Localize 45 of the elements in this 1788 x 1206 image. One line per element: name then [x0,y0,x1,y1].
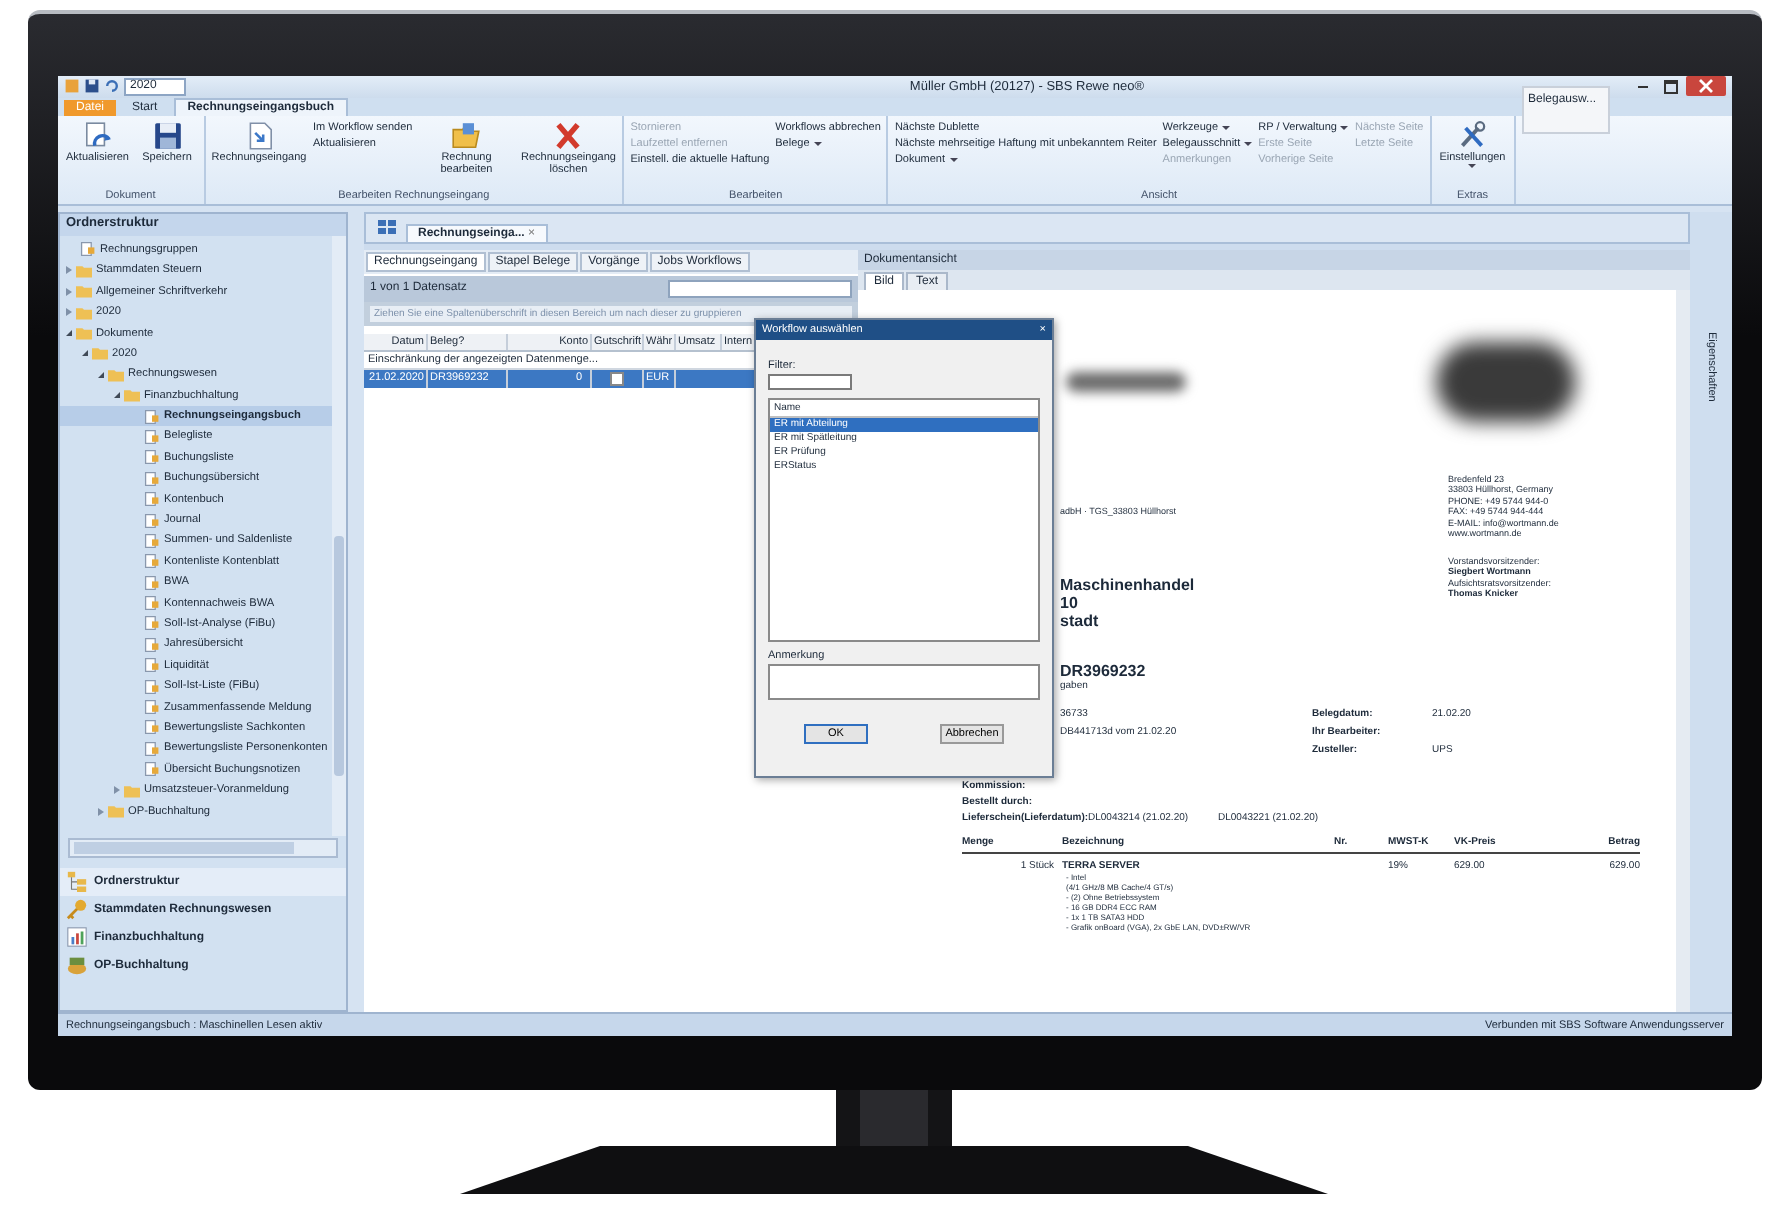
folder-icon [450,119,483,152]
recipient-line: 10 [1060,593,1080,612]
report-icon [144,575,160,590]
cross-icon [552,119,585,152]
recipient-line: Maschinenhandel [1060,575,1197,594]
note-field[interactable] [768,663,1040,700]
search-field[interactable] [668,279,852,298]
money-icon [66,954,88,977]
scrollbar[interactable] [68,837,338,858]
report-icon [144,429,160,444]
report-icon [144,762,160,777]
report-icon [144,741,160,756]
tools-icon [1456,119,1489,152]
recipient-line: stadt [1060,611,1101,630]
report-icon [144,679,160,694]
bar-chart-icon [66,926,88,949]
scrollbar[interactable] [332,235,346,836]
checkbox[interactable] [610,371,624,386]
filter-field[interactable] [768,373,852,390]
save-icon[interactable] [84,78,100,95]
report-icon [144,409,160,424]
report-icon [144,513,160,528]
folder-tree-icon [66,870,88,893]
blurred-name-placeholder [1066,371,1186,392]
report-icon [144,700,160,715]
document-number: DR3969232 [1060,661,1148,680]
layout-icon[interactable] [378,219,398,236]
report-icon [144,637,160,652]
key-icon [66,898,88,921]
report-icon [144,658,160,673]
report-icon [144,492,160,507]
logo-placeholder [1436,341,1576,422]
close-button[interactable] [1686,76,1726,97]
report-icon [144,596,160,611]
report-icon [144,533,160,548]
refresh-icon [81,119,114,152]
report-icon [144,616,160,631]
report-icon [144,471,160,486]
undo-icon[interactable] [104,78,120,95]
report-icon [144,450,160,465]
report-icon [144,554,160,569]
report-icon [80,242,96,257]
scrollbar[interactable] [1676,289,1690,1013]
maximize-button[interactable] [1658,78,1682,95]
report-icon [144,720,160,735]
